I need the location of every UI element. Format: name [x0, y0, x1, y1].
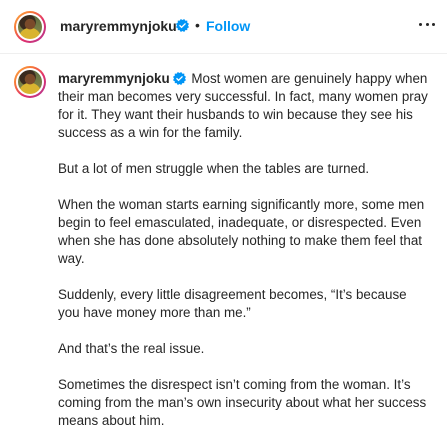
caption-avatar[interactable] [14, 66, 46, 98]
more-dot [432, 23, 435, 26]
avatar-ring-gap [16, 13, 44, 41]
more-dot [425, 23, 429, 26]
verified-badge-icon [176, 19, 189, 32]
verified-badge-icon [172, 72, 186, 85]
header-username[interactable]: maryremmynjoku [60, 18, 177, 34]
avatar-ring-gap [16, 68, 44, 96]
caption-text: maryremmynjoku Most women are genuinely … [58, 70, 430, 430]
caption-paragraph: And that’s the real issue. [58, 341, 205, 356]
avatar[interactable] [14, 11, 46, 43]
caption-paragraph: But a lot of men struggle when the table… [58, 161, 370, 176]
caption-paragraph: Sometimes the disrespect isn’t coming fr… [58, 377, 427, 428]
separator-dot: • [195, 17, 200, 33]
caption-paragraph: maryremmynjoku Most women are genuinely … [58, 70, 430, 142]
more-options-icon[interactable] [418, 14, 436, 34]
follow-button[interactable]: Follow [206, 18, 250, 34]
caption-paragraph: When the woman starts earning significan… [58, 197, 425, 266]
profile-photo [18, 15, 42, 39]
post-header: maryremmynjoku • Follow [0, 0, 447, 54]
caption-paragraph: Suddenly, every little disagreement beco… [58, 287, 407, 320]
more-dot [419, 23, 422, 26]
profile-photo [18, 70, 42, 94]
caption-username[interactable]: maryremmynjoku [58, 71, 170, 86]
